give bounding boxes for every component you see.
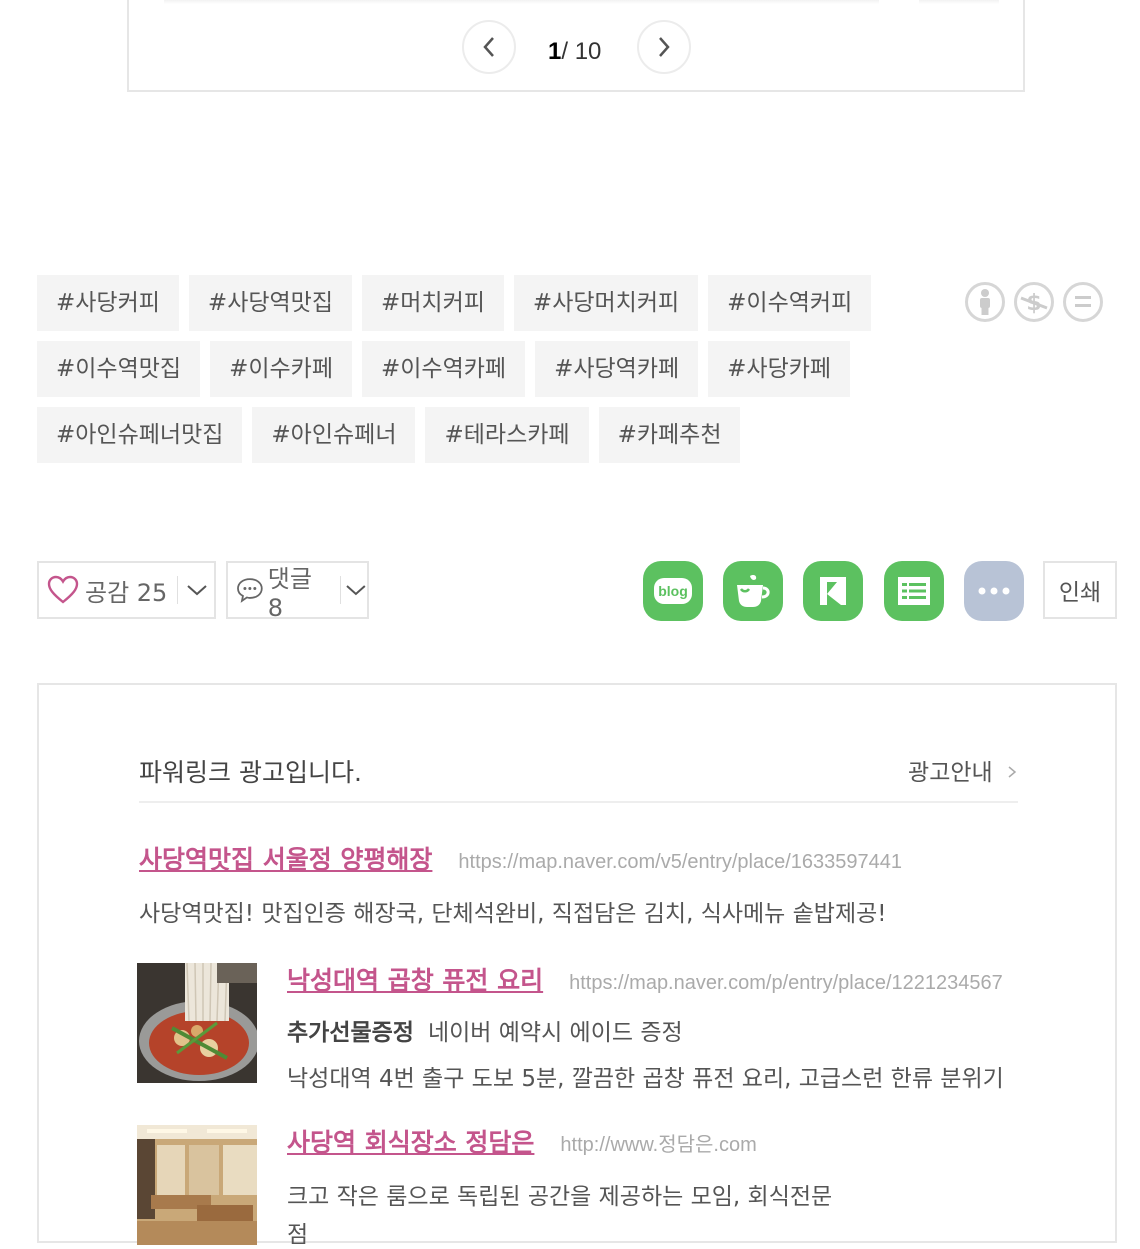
total-pages: / 10 [561, 38, 602, 65]
share-blog-button[interactable]: blog [643, 561, 703, 621]
tag-item[interactable]: #사당커피 [37, 275, 179, 331]
tag-row: #이수역맛집 #이수카페 #이수역카페 #사당역카페 #사당카페 [37, 341, 917, 397]
chevron-right-icon [1008, 766, 1017, 778]
ad-url[interactable]: http://www.정담은.com [560, 1128, 756, 1157]
prev-page-button[interactable] [462, 20, 516, 74]
share-cafe-button[interactable] [723, 561, 783, 621]
license-icons: $ [965, 282, 1103, 322]
ad-item: 사당역 회식장소 정담은 http://www.정담은.com 크고 작은 룸으… [287, 1123, 1019, 1249]
ad-thumbnail[interactable] [137, 1125, 257, 1245]
powerlink-ad-box: 파워링크 광고입니다. 광고안내 사당역맛집 서울정 양평해장 https://… [37, 683, 1117, 1248]
tag-item[interactable]: #사당머치커피 [513, 275, 699, 331]
tag-item[interactable]: #테라스카페 [425, 407, 589, 463]
ad-guide-link[interactable]: 광고안내 [908, 753, 1018, 787]
ad-title-link[interactable]: 사당역맛집 서울정 양평해장 [139, 840, 432, 876]
ad-item: 낙성대역 곱창 퓨전 요리 https://map.naver.com/p/en… [287, 961, 1019, 1093]
share-keep-button[interactable] [803, 561, 863, 621]
ad-description-wrap: 점 [287, 1222, 309, 1248]
ad-extension-text: 네이버 예약시 에이드 증정 [427, 1020, 683, 1046]
tag-item[interactable]: #이수역맛집 [37, 341, 201, 397]
ad-description: 크고 작은 룸으로 독립된 공간을 제공하는 모임, 회식전문 [287, 1184, 833, 1210]
tag-item[interactable]: #사당카페 [708, 341, 851, 397]
next-page-button[interactable] [637, 20, 691, 74]
tag-item[interactable]: #사당역카페 [535, 341, 699, 397]
equals-icon [1075, 296, 1091, 307]
tag-item[interactable]: #이수역카페 [362, 341, 526, 397]
cc-nc-icon[interactable]: $ [1014, 282, 1054, 322]
ad-title-row: 사당역맛집 서울정 양평해장 https://map.naver.com/v5/… [139, 840, 1019, 876]
chevron-left-icon [483, 37, 494, 57]
tag-item[interactable]: #머치커피 [362, 275, 504, 331]
ad-title-link[interactable]: 사당역 회식장소 정담은 [287, 1123, 534, 1159]
divider [919, 0, 999, 4]
like-count: 공감 25 [85, 578, 168, 607]
comment-button[interactable]: 댓글 8 [226, 561, 369, 622]
tag-row: #아인슈페너맛집 #아인슈페너 #테라스카페 #카페추천 [37, 407, 917, 463]
ad-description: 낙성대역 4번 출구 도보 5분, 깔끔한 곱창 퓨전 요리, 고급스런 한류 … [287, 1066, 1004, 1092]
ad-title-link[interactable]: 낙성대역 곱창 퓨전 요리 [287, 961, 543, 997]
tag-list: #사당커피 #사당역맛집 #머치커피 #사당머치커피 #이수역커피 #이수역맛집… [37, 275, 917, 473]
chevron-down-icon[interactable] [345, 583, 367, 597]
ad-url[interactable]: https://map.naver.com/v5/entry/place/163… [458, 851, 902, 874]
comment-count: 댓글 8 [267, 564, 312, 622]
tag-item[interactable]: #이수카페 [210, 341, 352, 397]
cc-by-icon[interactable] [965, 282, 1005, 322]
tag-item[interactable]: #이수역커피 [708, 275, 872, 331]
divider [177, 576, 179, 604]
page-indicator: 1/ 10 [548, 38, 601, 66]
blog-icon: blog [654, 578, 692, 604]
share-memo-button[interactable] [884, 561, 944, 621]
speech-bubble-icon [237, 578, 263, 603]
tag-row: #사당커피 #사당역맛집 #머치커피 #사당머치커피 #이수역커피 [37, 275, 917, 331]
ad-thumbnail[interactable] [137, 963, 257, 1083]
like-button[interactable]: 공감 25 [37, 561, 216, 619]
current-page: 1 [548, 38, 562, 65]
blog-icon-label: blog [658, 583, 688, 599]
ad-extension-bold: 추가선물증정 [287, 1020, 414, 1046]
ad-header: 파워링크 광고입니다. 광고안내 [139, 749, 1018, 803]
heart-icon [47, 575, 79, 604]
no-dollar-icon: $ [1020, 291, 1048, 316]
ad-title-row: 낙성대역 곱창 퓨전 요리 https://map.naver.com/p/en… [287, 961, 1019, 997]
share-more-button[interactable] [964, 561, 1024, 621]
restaurant-photo [137, 1125, 257, 1245]
ad-item: 사당역맛집 서울정 양평해장 https://map.naver.com/v5/… [139, 840, 1019, 928]
print-button[interactable]: 인쇄 [1043, 561, 1117, 619]
more-dots-icon [978, 587, 1010, 595]
ad-extension: 추가선물증정 네이버 예약시 에이드 증정 [287, 1013, 1019, 1047]
cc-nd-icon[interactable] [1063, 282, 1103, 322]
tag-item[interactable]: #카페추천 [598, 407, 741, 463]
ad-url[interactable]: https://map.naver.com/p/entry/place/1221… [569, 972, 1019, 995]
ad-description: 사당역맛집! 맛집인증 해장국, 단체석완비, 직접담은 김치, 식사메뉴 솥밥… [139, 901, 887, 927]
list-icon [898, 577, 930, 605]
divider [164, 0, 879, 4]
tag-item[interactable]: #아인슈페너 [252, 407, 416, 463]
person-icon [980, 289, 990, 315]
tag-item[interactable]: #아인슈페너맛집 [37, 407, 243, 463]
ad-header-title: 파워링크 광고입니다. [139, 758, 362, 787]
ad-guide-label: 광고안내 [908, 760, 993, 786]
chevron-down-icon[interactable] [186, 583, 208, 597]
divider [340, 576, 342, 604]
chevron-right-icon [659, 37, 670, 57]
food-photo [137, 963, 257, 1083]
tag-item[interactable]: #사당역맛집 [188, 275, 352, 331]
coffee-cup-icon [737, 575, 770, 607]
bookmark-k-icon [820, 577, 846, 605]
ad-title-row: 사당역 회식장소 정담은 http://www.정담은.com [287, 1123, 1019, 1159]
